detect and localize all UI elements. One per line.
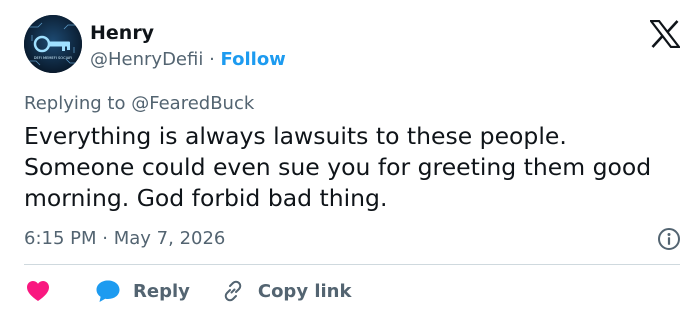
x-logo-icon[interactable]: [650, 20, 680, 48]
heart-icon: [27, 281, 49, 301]
avatar-image: DEFI MEMEFI SOCIAFI: [24, 15, 82, 73]
avatar[interactable]: DEFI MEMEFI SOCIAFI: [24, 15, 82, 73]
tweet-time: 6:15 PM: [24, 228, 97, 249]
separator-dot: ·: [209, 49, 215, 70]
copy-link-button[interactable]: Copy link: [221, 279, 352, 303]
timestamp[interactable]: 6:15 PM · May 7, 2026: [24, 228, 225, 249]
author-handle[interactable]: @HenryDefii: [90, 49, 203, 70]
speech-bubble-icon: [96, 280, 120, 302]
author-handle-row: @HenryDefii · Follow: [90, 49, 286, 70]
timestamp-separator: ·: [102, 228, 108, 249]
tweet-text: Everything is always lawsuits to these p…: [24, 122, 652, 212]
like-button[interactable]: [26, 280, 50, 302]
replying-to-mention[interactable]: @FearedBuck: [131, 93, 254, 114]
tweet-date: May 7, 2026: [113, 228, 226, 249]
follow-button[interactable]: Follow: [221, 49, 286, 70]
reply-button[interactable]: Reply: [95, 279, 190, 303]
replying-to: Replying to @FearedBuck: [24, 93, 254, 114]
info-icon[interactable]: [657, 227, 681, 251]
copy-link-label: Copy link: [257, 280, 352, 302]
replying-prefix: Replying to: [24, 93, 126, 114]
author-name[interactable]: Henry: [90, 22, 154, 44]
link-icon: [224, 280, 242, 302]
reply-label: Reply: [133, 280, 190, 302]
action-bar: Reply Copy link: [24, 276, 351, 306]
avatar-caption: DEFI MEMEFI SOCIAFI: [34, 56, 73, 60]
divider: [24, 264, 680, 265]
